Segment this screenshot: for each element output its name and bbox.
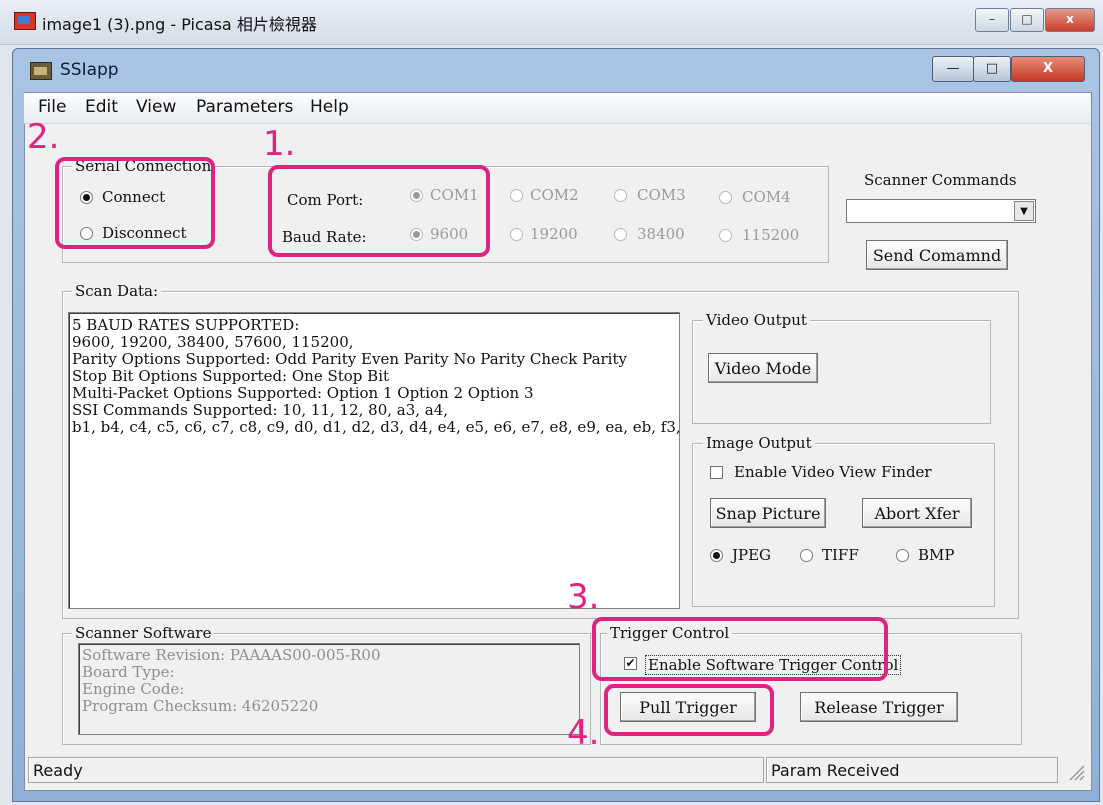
picasa-window-title: image1 (3).png - Picasa 相片檢視器 [42,15,317,34]
baud-38400-label: 38400 [637,225,685,243]
bmp-label: BMP [918,546,955,564]
enable-video-viewfinder-label: Enable Video View Finder [734,463,932,481]
scanner-software-title: Scanner Software [72,624,215,642]
scan-data-line: b1, b4, c4, c5, c6, c7, c8, c9, d0, d1, … [72,418,680,436]
picasa-title-bar: image1 (3).png - Picasa 相片檢視器 – □ x [0,0,1103,45]
enable-video-viewfinder-checkbox[interactable] [710,466,723,479]
picasa-maximize-button[interactable]: □ [1010,8,1044,32]
software-info-line: Software Revision: PAAAAS00-005-R00 [82,646,381,664]
image-output-title: Image Output [703,434,815,452]
annotation-box-4 [604,684,774,736]
annotation-box-3 [592,617,888,681]
baud-19200-radio[interactable] [510,228,523,241]
video-output-title: Video Output [703,311,810,329]
scanner-software-info: Software Revision: PAAAAS00-005-R00 Boar… [78,643,580,735]
scan-data-line: Parity Options Supported: Odd Parity Eve… [72,350,627,368]
bmp-radio[interactable] [896,549,909,562]
ssiapp-minimize-button[interactable]: — [932,56,974,82]
annotation-number-3: 3. [567,577,600,617]
com4-radio[interactable] [719,191,732,204]
software-info-line: Board Type: [82,663,175,681]
release-trigger-button[interactable]: Release Trigger [800,692,958,722]
annotation-box-1 [268,165,490,257]
status-param-received: Param Received [766,757,1058,783]
com2-radio[interactable] [510,189,523,202]
menu-edit[interactable]: Edit [85,97,118,117]
baud-19200-label: 19200 [530,225,578,243]
annotation-number-2: 2. [27,117,60,157]
menu-file[interactable]: File [38,97,66,117]
menu-view[interactable]: View [136,97,176,117]
com4-label: COM4 [742,188,791,206]
scan-data-line: 5 BAUD RATES SUPPORTED: [72,316,300,334]
scan-data-line: Multi-Packet Options Supported: Option 1… [72,384,534,402]
jpeg-radio[interactable] [710,549,723,562]
scan-data-line: SSI Commands Supported: 10, 11, 12, 80, … [72,401,449,419]
picasa-minimize-button[interactable]: – [975,8,1009,32]
send-command-button[interactable]: Send Comamnd [866,240,1008,270]
annotation-number-1: 1. [263,124,296,164]
menu-bar [24,93,1090,124]
picasa-app-icon [14,12,36,30]
annotation-box-2 [55,157,215,249]
software-info-line: Program Checksum: 46205220 [82,697,319,715]
ssiapp-close-button[interactable]: X [1011,56,1085,82]
status-ready: Ready [28,757,764,783]
abort-xfer-button[interactable]: Abort Xfer [862,498,972,528]
annotation-number-4: 4. [567,713,600,753]
resize-grip-icon[interactable] [1066,762,1086,782]
jpeg-label: JPEG [732,546,772,564]
ssiapp-window-title: SSIapp [60,60,119,80]
com2-label: COM2 [530,186,579,204]
baud-38400-radio[interactable] [614,228,627,241]
ssiapp-icon [30,62,52,80]
scan-data-title: Scan Data: [72,282,162,300]
scanner-commands-label: Scanner Commands [864,171,1017,189]
scan-data-line: Stop Bit Options Supported: One Stop Bit [72,367,390,385]
dropdown-arrow-icon[interactable]: ▼ [1014,201,1034,221]
baud-115200-radio[interactable] [719,229,732,242]
software-info-line: Engine Code: [82,680,185,698]
com3-label: COM3 [637,186,686,204]
menu-help[interactable]: Help [310,97,349,117]
baud-115200-label: 115200 [742,226,800,244]
scan-data-textarea[interactable]: 5 BAUD RATES SUPPORTED: 9600, 19200, 384… [68,312,680,609]
picasa-close-button[interactable]: x [1045,8,1095,32]
video-mode-button[interactable]: Video Mode [708,353,818,383]
ssiapp-maximize-button[interactable]: □ [973,56,1011,82]
scanner-commands-dropdown[interactable] [846,199,1036,223]
tiff-radio[interactable] [800,549,813,562]
scan-data-line: 9600, 19200, 38400, 57600, 115200, [72,333,354,351]
snap-picture-button[interactable]: Snap Picture [710,498,826,528]
menu-parameters[interactable]: Parameters [196,97,293,117]
com3-radio[interactable] [614,189,627,202]
tiff-label: TIFF [822,546,859,564]
